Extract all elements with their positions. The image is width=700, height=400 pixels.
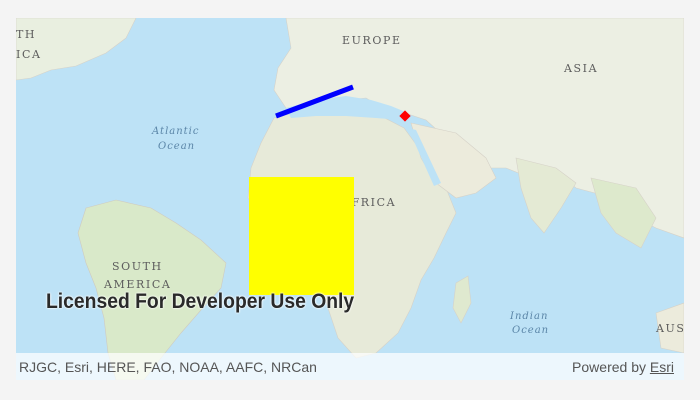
label-north-america-partial: TH: [16, 28, 36, 41]
label-south-america-1: SOUTH: [112, 260, 163, 273]
label-europe: EUROPE: [342, 34, 402, 47]
label-atlantic-1: Atlantic: [151, 126, 199, 137]
label-asia: ASIA: [563, 62, 598, 75]
map-view[interactable]: TH ICA EUROPE ASIA AFRICA SOUTH AMERICA …: [16, 18, 684, 380]
esri-link[interactable]: Esri: [650, 359, 674, 375]
powered-by-prefix: Powered by: [572, 359, 650, 375]
polygon-graphic[interactable]: [249, 177, 354, 295]
attribution-sources[interactable]: RJGC, Esri, HERE, FAO, NOAA, AAFC, NRCan: [19, 359, 317, 375]
label-atlantic-2: Ocean: [158, 141, 195, 152]
label-australia-partial: AUS: [655, 322, 684, 335]
developer-watermark: Licensed For Developer Use Only: [46, 290, 355, 313]
attribution-bar: RJGC, Esri, HERE, FAO, NOAA, AAFC, NRCan…: [16, 353, 684, 380]
label-indian-1: Indian: [509, 311, 548, 322]
basemap: TH ICA EUROPE ASIA AFRICA SOUTH AMERICA …: [16, 18, 684, 380]
label-north-america-partial2: ICA: [16, 48, 42, 61]
label-indian-2: Ocean: [512, 325, 549, 336]
powered-by: Powered by Esri: [572, 359, 674, 375]
